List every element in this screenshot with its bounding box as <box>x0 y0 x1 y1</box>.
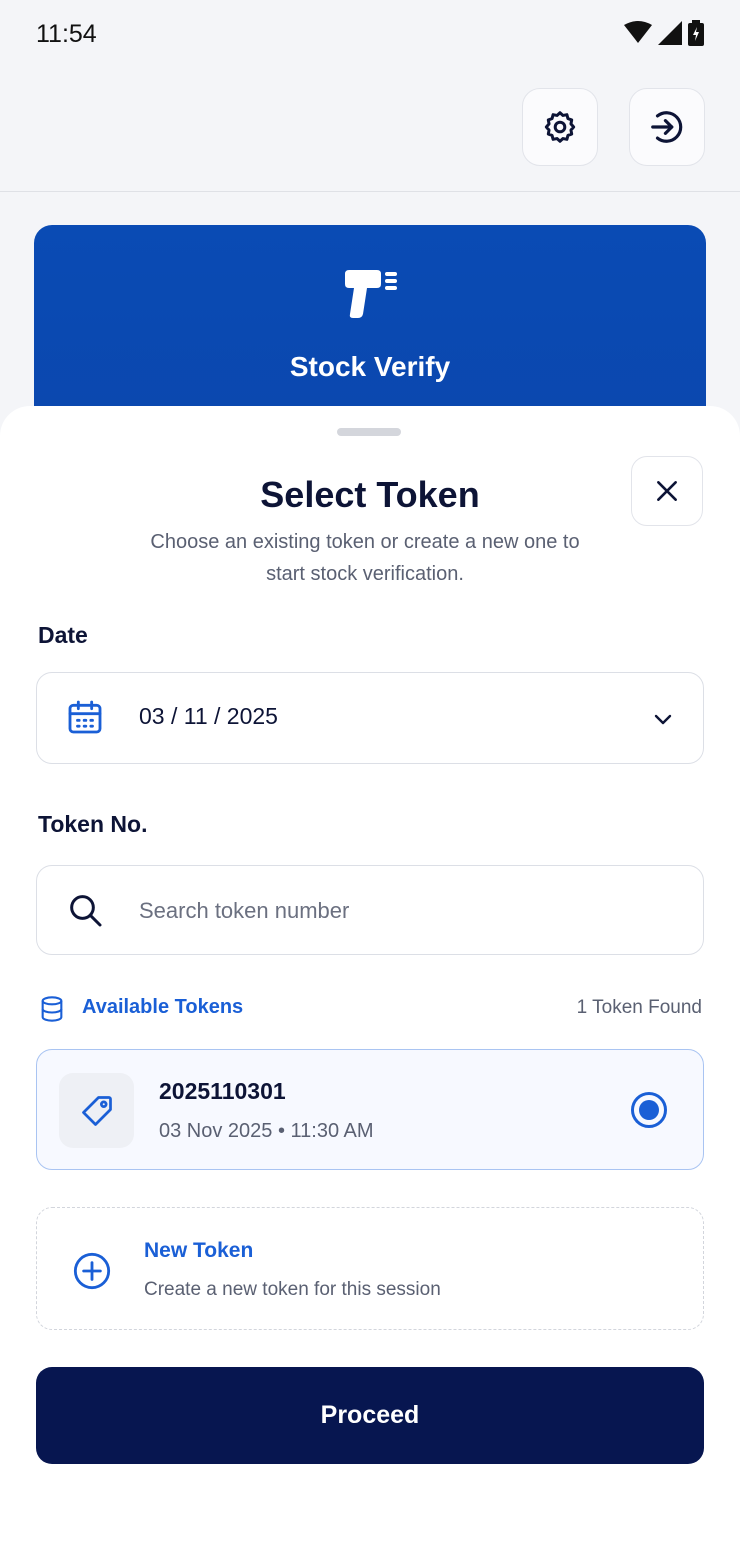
top-bar <box>0 70 740 192</box>
plus-circle-icon <box>73 1252 111 1290</box>
calendar-icon <box>68 700 102 734</box>
available-tokens-label: Available Tokens <box>82 996 244 1018</box>
gear-icon <box>544 111 576 143</box>
date-value: 03 / 11 / 2025 <box>139 703 278 729</box>
status-icons <box>624 20 704 46</box>
chevron-down-icon <box>654 714 672 725</box>
tokens-found-count: 1 Token Found <box>576 997 702 1018</box>
search-icon <box>70 895 102 927</box>
login-arrow-icon <box>651 111 683 143</box>
token-search-field[interactable] <box>36 865 704 955</box>
token-list-item[interactable]: 2025110301 03 Nov 2025 • 11:30 AM <box>36 1049 704 1170</box>
token-datetime: 03 Nov 2025 • 11:30 AM <box>159 1120 374 1142</box>
barcode-scanner-icon <box>345 270 397 318</box>
new-token-button[interactable]: New Token Create a new token for this se… <box>36 1207 704 1330</box>
date-picker[interactable]: 03 / 11 / 2025 <box>36 672 704 764</box>
radio-dot <box>639 1100 659 1120</box>
status-bar: 11:54 <box>0 0 740 70</box>
token-number: 2025110301 <box>159 1078 286 1104</box>
sheet-handle[interactable] <box>337 428 401 436</box>
date-label: Date <box>38 622 88 648</box>
status-time: 11:54 <box>36 20 97 48</box>
signal-icon <box>658 21 682 45</box>
sheet-title: Select Token <box>260 474 480 515</box>
new-token-title: New Token <box>144 1239 254 1262</box>
sheet-subtitle: Choose an existing token or create a new… <box>150 531 580 585</box>
token-radio-selected[interactable] <box>631 1092 667 1128</box>
database-icon <box>41 996 63 1022</box>
logout-button[interactable] <box>629 88 705 166</box>
tag-icon <box>81 1095 112 1126</box>
battery-icon <box>688 20 704 46</box>
token-tag-tile <box>59 1073 134 1148</box>
proceed-button[interactable]: Proceed <box>36 1367 704 1464</box>
wifi-icon <box>624 21 652 43</box>
available-tokens-header: Available Tokens 1 Token Found <box>38 992 704 1024</box>
new-token-subtitle: Create a new token for this session <box>144 1279 441 1300</box>
settings-button[interactable] <box>522 88 598 166</box>
hero-title: Stock Verify <box>289 351 451 382</box>
token-number-label: Token No. <box>38 811 148 837</box>
select-token-sheet: Select Token Choose an existing token or… <box>0 406 740 1553</box>
token-search-input[interactable] <box>139 890 659 932</box>
